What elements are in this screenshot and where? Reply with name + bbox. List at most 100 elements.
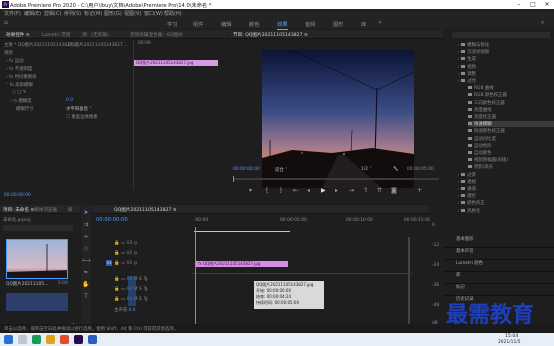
go-to-out-icon[interactable]: ⇥ — [349, 187, 354, 194]
slip-tool-icon[interactable]: ⟷ — [82, 257, 91, 265]
lock-icon[interactable]: 🔒 — [114, 261, 119, 266]
workspace-audio[interactable]: 音频 — [305, 20, 316, 28]
toggle-output-icon[interactable]: ◎ — [134, 241, 138, 246]
lift-icon[interactable]: ⇑ — [363, 187, 368, 194]
effect-controls-timecode[interactable]: 00:00:00:00 — [4, 193, 31, 198]
start-icon[interactable] — [4, 335, 13, 344]
blur-dimensions-select[interactable]: 水平和垂直 ˅ — [66, 106, 92, 112]
workspace-effects[interactable]: 效果 — [277, 20, 288, 30]
go-to-in-icon[interactable]: ⇤ — [293, 187, 298, 194]
tab-audio-clip-mixer[interactable]: 音频剪辑混合器：QQ图片 — [130, 32, 183, 38]
minimize-button[interactable]: – — [512, 0, 526, 9]
workspace-libraries[interactable]: 库 — [361, 20, 366, 28]
track-select-tool-icon[interactable]: ⇉ — [82, 221, 90, 229]
app-icon[interactable] — [32, 335, 41, 344]
lock-icon[interactable]: 🔒 — [114, 277, 119, 282]
selection-tool-icon[interactable]: ➤ — [82, 209, 90, 217]
effect-item-3[interactable]: 亮度曲线 — [468, 107, 492, 113]
program-playhead[interactable] — [233, 176, 234, 182]
lock-icon[interactable]: 🔒 — [114, 251, 119, 256]
panel-lumetri-color[interactable]: Lumetri 颜色 — [456, 260, 483, 266]
effects-folder-after-4[interactable]: › 颜色校正 — [458, 200, 485, 206]
pen-mask-icon[interactable]: ✎ — [23, 90, 27, 95]
workspace-more-icon[interactable]: » — [378, 19, 382, 26]
lock-icon[interactable]: 🔒 — [114, 297, 119, 302]
program-scrub-bar[interactable] — [233, 178, 439, 180]
effects-folder-after-0[interactable]: › 过渡 — [458, 172, 476, 178]
tab-project[interactable]: 项目: 未命名 ≡ — [3, 207, 34, 213]
effects-folder-4[interactable]: › 调整 — [458, 71, 476, 77]
timeline-scrollbar[interactable] — [408, 237, 410, 329]
rectangle-mask-icon[interactable]: □ — [17, 90, 21, 95]
timeline-playhead[interactable] — [195, 227, 196, 333]
sync-icon[interactable]: ▭ — [121, 241, 125, 246]
menu-edit[interactable]: 编辑(E) — [24, 10, 41, 17]
effects-folder-after-5[interactable]: › 风格化 — [458, 208, 480, 214]
fx-time-remap[interactable]: › fx 时间重映射 — [6, 74, 37, 80]
effect-item-2[interactable]: 三向颜色校正器 — [468, 100, 505, 106]
effects-folder-2[interactable]: › 生成 — [458, 56, 476, 62]
effects-search-field[interactable] — [452, 32, 550, 38]
work-area-bar[interactable] — [194, 231, 290, 232]
project-item-thumbnail[interactable] — [6, 239, 68, 279]
effect-item-10[interactable]: 视频限幅器(旧版) — [468, 157, 508, 163]
menu-file[interactable]: 文件(F) — [4, 10, 21, 17]
search-icon[interactable]: ⌕ — [541, 19, 544, 27]
tab-program[interactable]: 节目: QQ图片20211105143827 ≡ — [233, 32, 308, 38]
sequence-clip-selector[interactable]: QQ图片20211105143827... — [68, 42, 127, 48]
toggle-output-icon[interactable]: ◎ — [134, 251, 138, 256]
ripple-edit-tool-icon[interactable]: ⟛ — [82, 233, 90, 241]
menu-clip[interactable]: 剪辑(C) — [44, 10, 61, 17]
effect-item-1[interactable]: RGB 颜色校正器 — [468, 92, 507, 98]
panel-essential-sound[interactable]: 基本声音 — [456, 248, 474, 254]
effect-item-8[interactable]: 自动色阶 — [468, 143, 492, 149]
mark-out-icon[interactable]: } — [279, 187, 283, 194]
effects-folder-5[interactable]: › 过时 — [458, 78, 476, 84]
tab-source[interactable]: 源：(无剪辑) — [82, 32, 109, 38]
program-resolution-select[interactable]: 1/2 ˅ — [361, 167, 372, 172]
blurriness-value[interactable]: 0.0 — [66, 98, 73, 103]
menu-help[interactable]: 帮助(H) — [164, 10, 182, 17]
tab-media-browser[interactable]: 媒体浏览器 — [34, 207, 57, 213]
effect-item-6[interactable]: 快速颜色校正器 — [468, 128, 505, 134]
close-button[interactable]: ✕ — [540, 0, 554, 9]
tab-effect-controls[interactable]: 效果控件 ≡ — [6, 32, 30, 38]
hand-tool-icon[interactable]: ✋ — [82, 281, 90, 289]
extract-icon[interactable]: ⇈ — [377, 187, 382, 194]
type-tool-icon[interactable]: T — [82, 293, 90, 301]
menu-markers[interactable]: 标记(M) — [84, 10, 102, 17]
program-fit-select[interactable]: 适合 ˅ — [275, 167, 287, 173]
repeat-edge-checkbox[interactable]: ☐ 重复边缘像素 — [66, 114, 98, 120]
timeline-timecode[interactable]: 00:00:00:00 — [96, 217, 128, 223]
menu-graphics[interactable]: 图形(G) — [104, 10, 122, 17]
file-explorer-icon[interactable] — [46, 335, 55, 344]
mark-in-icon[interactable]: { — [265, 187, 269, 194]
effects-folder-0[interactable]: › 模糊与锐化 — [458, 42, 489, 48]
menu-sequence[interactable]: 序列(S) — [64, 10, 81, 17]
panel-libraries[interactable]: 库 — [456, 272, 460, 278]
menu-window[interactable]: 窗口(W) — [144, 10, 163, 17]
project-search-field[interactable] — [3, 225, 73, 231]
sync-icon[interactable]: ▭ — [121, 287, 125, 292]
effect-item-9[interactable]: 自动颜色 — [468, 150, 492, 156]
workspace-learn[interactable]: 学习 — [167, 20, 178, 28]
search-icon[interactable] — [18, 335, 27, 344]
program-current-timecode[interactable]: 00:00:00:00 — [233, 167, 260, 172]
button-editor-icon[interactable]: + — [417, 187, 422, 194]
tab-lumetri-scopes[interactable]: Lumetri 范围 — [42, 32, 70, 38]
step-back-icon[interactable]: ◂ — [307, 187, 310, 194]
sync-icon[interactable]: ▭ — [121, 251, 125, 256]
export-frame-icon[interactable]: ◙ — [391, 187, 397, 194]
play-icon[interactable]: ▶ — [321, 187, 326, 194]
fx-gaussian-blur[interactable]: ˅ fx 高斯模糊 — [6, 82, 33, 88]
browser-icon[interactable] — [60, 335, 69, 344]
tab-libraries[interactable]: 库 — [68, 207, 73, 213]
effect-item-11[interactable]: 阴影/高光 — [468, 164, 493, 170]
fx-motion[interactable]: › fx 运动 — [6, 58, 24, 64]
lock-icon[interactable]: 🔒 — [114, 241, 119, 246]
source-clip-selector[interactable]: 主要 * QQ图片20211105143827... — [4, 42, 77, 48]
sync-icon[interactable]: ▭ — [121, 277, 125, 282]
home-icon[interactable]: ⌂ — [4, 19, 8, 26]
menu-view[interactable]: 视图(V) — [124, 10, 141, 17]
effects-folder-after-3[interactable]: › 键控 — [458, 193, 476, 199]
